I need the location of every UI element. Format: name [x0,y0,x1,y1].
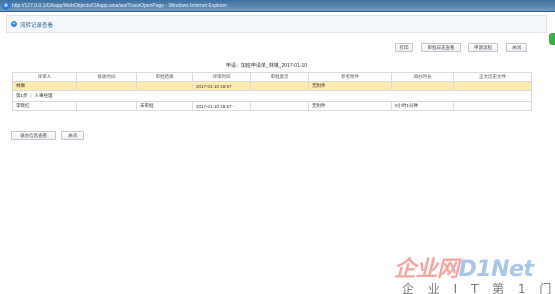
header-result: 审批结果 [136,72,193,82]
cell-opinion [250,81,309,91]
window-titlebar: e http://127.0.0.1/OAapp/WebObjects/OAap… [0,0,555,12]
watermark-logo: 企业网D1Net 企 业 I T 第 1 门 户 [394,251,555,294]
record-view-button[interactable]: 录办信息查看 [11,131,56,140]
step-label: 第1步 ｜ 人事经理 [12,90,532,102]
trace-table: 评审人 接收时间 审批结果 评审时间 审批意见 参考附件 阅办时长 正文历史文件… [12,72,532,111]
cell-opinion [250,101,309,111]
window-title: http://127.0.0.1/OAapp/WebObjects/OAapp.… [12,3,228,9]
table-row[interactable]: 李晓红 未审批 2017-01-10 18:57 - 无附件 0小时1分钟 [12,101,532,111]
plus-circle-icon[interactable]: + [11,21,17,27]
cell-attachment: 无附件 [308,101,392,111]
cell-reviewer: 李晓红 [12,101,77,111]
cell-duration: 0小时1分钟 [391,101,454,111]
system-log-button[interactable]: 审批日志查看 [421,43,461,52]
cell-attachment: 无附件 [308,81,392,91]
close-button[interactable]: 关闭 [506,43,527,52]
cell-review-time: 2017-01-10 18:57 [192,81,251,91]
cell-history-file [453,101,532,111]
cell-reviewer: 林琳 [12,81,77,91]
form-title: 申请：加班申请单_林琳_2017-01-10 [225,63,308,69]
print-button[interactable]: 打印 [395,43,413,52]
cell-result [136,81,193,91]
header-reviewer: 评审人 [12,72,77,82]
header-attachment: 参考附件 [308,72,392,82]
table-row[interactable]: 林琳 2017-01-10 18:57 无附件 [12,81,532,91]
side-tab[interactable] [549,33,555,45]
cell-received-time [76,101,137,111]
table-header-row: 评审人 接收时间 审批结果 评审时间 审批意见 参考附件 阅办时长 正文历史文件 [12,72,532,82]
header-received-time: 接收时间 [76,72,137,82]
process-button[interactable]: 申请流程 [468,43,498,52]
step-row: 第1步 ｜ 人事经理 [12,90,532,102]
cell-duration [391,81,454,91]
bottom-close-button[interactable]: 关闭 [61,131,84,140]
cell-review-time: 2017-01-10 18:57 - [192,101,251,111]
watermark-sub: 企 业 I T 第 1 门 户 [402,282,555,294]
panel-title: 流转记录查看 [20,23,54,29]
header-review-time: 评审时间 [192,72,251,82]
cell-history-file [453,81,532,91]
header-history-file: 正文历史文件 [453,72,532,82]
browser-icon: e [2,2,10,10]
cell-result: 未审批 [136,101,193,111]
header-duration: 阅办时长 [391,72,454,82]
header-opinion: 审批意见 [250,72,309,82]
panel-header: + 流转记录查看 [6,15,547,33]
watermark-main: 企业网D1Net [394,257,534,282]
cell-received-time [76,81,137,91]
